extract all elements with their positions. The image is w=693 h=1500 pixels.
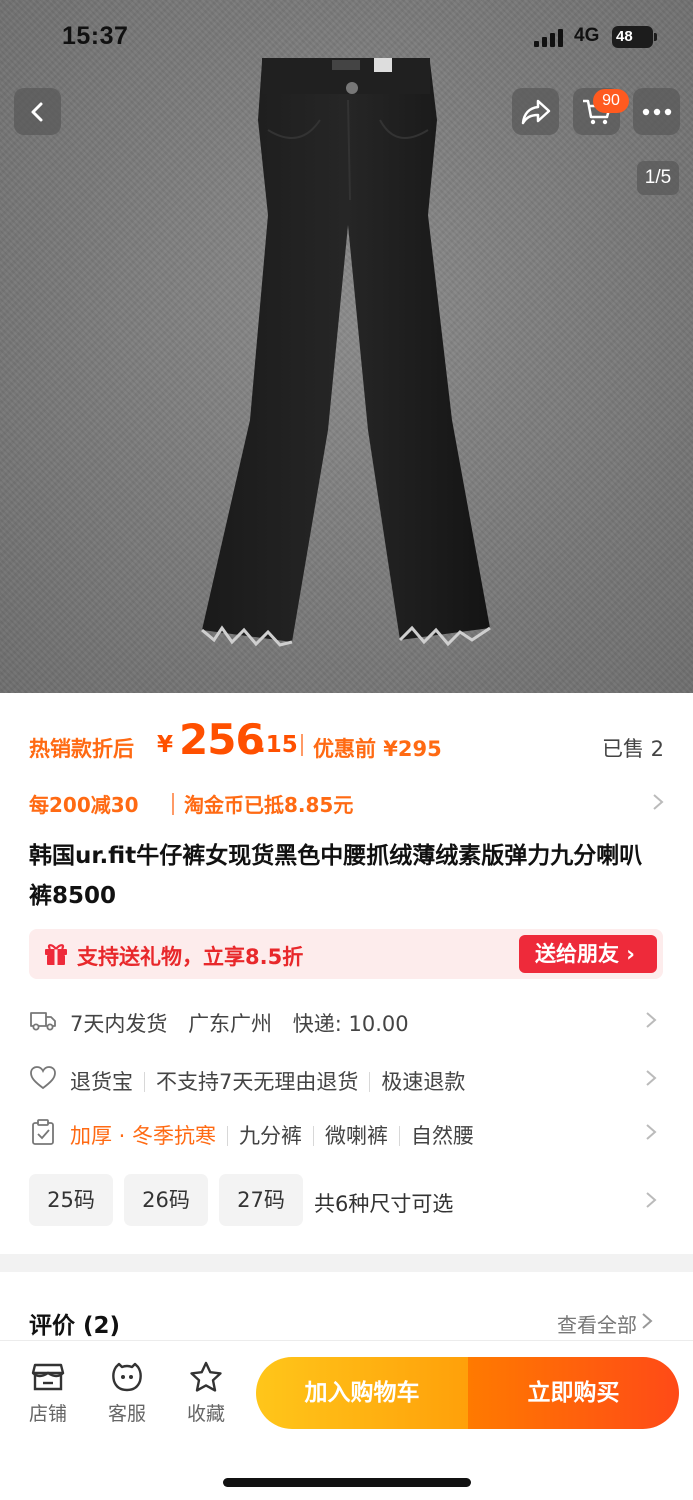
- price-decimal: .15: [257, 732, 298, 758]
- coins-promo: 淘金币已抵8.85元: [184, 793, 354, 817]
- home-indicator: [223, 1478, 471, 1487]
- favorite-tab[interactable]: 收藏: [176, 1361, 236, 1426]
- shop-tab[interactable]: 店铺: [18, 1361, 78, 1426]
- share-button[interactable]: [512, 88, 559, 135]
- send-to-friend-button[interactable]: 送给朋友 ›: [519, 935, 657, 973]
- attribute-item: 微喇裤: [325, 1124, 389, 1148]
- service-face-icon: [112, 1362, 142, 1392]
- size-option[interactable]: 26码: [124, 1174, 208, 1226]
- truck-icon: [30, 1012, 56, 1031]
- clipboard-check-icon: [32, 1119, 54, 1145]
- chevron-right-icon: [646, 1012, 657, 1028]
- chevron-right-icon: [646, 1192, 657, 1208]
- service-row[interactable]: 退货宝 不支持7天无理由退货 极速退款: [29, 1058, 657, 1098]
- fast-refund: 极速退款: [381, 1070, 466, 1094]
- share-icon: [521, 99, 550, 124]
- chevron-right-icon: [646, 1070, 657, 1086]
- divider: [172, 793, 174, 815]
- status-time: 15:37: [62, 22, 129, 50]
- purchase-buttons: 加入购物车 立即购买: [256, 1357, 679, 1429]
- more-button[interactable]: [633, 88, 680, 135]
- network-type: 4G: [574, 25, 600, 46]
- back-arrow-icon: [31, 102, 42, 121]
- service-label: 客服: [107, 1403, 146, 1425]
- more-dots-icon: [642, 108, 671, 115]
- star-icon: [190, 1361, 222, 1392]
- attributes-row[interactable]: 加厚 · 冬季抗寒 九分裤 微喇裤 自然腰: [29, 1112, 657, 1152]
- discount-promo: 每200减30: [29, 793, 139, 817]
- bottom-action-bar: 店铺 客服 收藏 加入购物车 立即购买: [0, 1340, 693, 1500]
- favorite-label: 收藏: [186, 1403, 225, 1425]
- battery-level: 48: [616, 28, 633, 45]
- product-info-card: 热销款折后 ¥ 256 .15 优惠前 ¥295 已售 2 每200减30 淘金…: [0, 693, 693, 1254]
- view-all-reviews-link[interactable]: 查看全部: [557, 1309, 637, 1338]
- back-button[interactable]: [14, 88, 61, 135]
- product-image[interactable]: 15:37 4G 48 90 1/5: [0, 0, 693, 693]
- promotion-row[interactable]: 每200减30 淘金币已抵8.85元: [29, 787, 664, 817]
- shop-label: 店铺: [28, 1403, 67, 1425]
- shipping-origin: 广东广州: [188, 1012, 273, 1036]
- chevron-right-icon: [646, 1124, 657, 1140]
- original-price: 优惠前 ¥295: [313, 737, 442, 761]
- chevron-right-icon: [653, 794, 664, 810]
- price-integer: 256: [179, 715, 265, 764]
- buy-now-button[interactable]: 立即购买: [468, 1357, 679, 1429]
- return-insurance: 退货宝: [70, 1070, 133, 1094]
- product-title: 韩国ur.fit牛仔裤女现货黑色中腰抓绒薄绒素版弹力九分喇叭裤8500: [29, 843, 643, 909]
- gift-text: 支持送礼物，立享8.5折: [77, 945, 304, 969]
- size-selector[interactable]: 25码 26码 27码 共6种尺寸可选: [29, 1174, 657, 1228]
- chevron-right-icon: [642, 1313, 653, 1329]
- price-label: 热销款折后: [29, 737, 134, 761]
- attribute-item: 自然腰: [411, 1124, 475, 1148]
- store-icon: [31, 1363, 65, 1391]
- price-row: 热销款折后 ¥ 256 .15 优惠前 ¥295 已售 2: [29, 715, 664, 767]
- add-to-cart-button[interactable]: 加入购物车: [256, 1357, 468, 1429]
- customer-service-tab[interactable]: 客服: [97, 1361, 157, 1426]
- battery-icon: 48: [612, 26, 657, 48]
- return-policy: 不支持7天无理由退货: [156, 1070, 359, 1094]
- gift-banner[interactable]: 支持送礼物，立享8.5折 送给朋友 ›: [29, 929, 663, 979]
- gift-icon: [45, 944, 67, 965]
- sold-count: 已售 2: [601, 737, 664, 761]
- size-count: 共6种尺寸可选: [314, 1192, 454, 1216]
- size-option[interactable]: 25码: [29, 1174, 113, 1226]
- shipping-fee: 快递: 10.00: [292, 1012, 409, 1036]
- signal-icon: [534, 29, 566, 47]
- attribute-item: 九分裤: [239, 1124, 303, 1148]
- reviews-title: 评价 (2): [29, 1313, 121, 1339]
- shipping-row[interactable]: 7天内发货 广东广州 快递: 10.00: [29, 1000, 657, 1040]
- image-pager: 1/5: [637, 161, 679, 195]
- heart-icon: [30, 1066, 56, 1090]
- size-option[interactable]: 27码: [219, 1174, 303, 1226]
- cart-count-badge: 90: [593, 89, 629, 113]
- status-bar: 15:37 4G 48: [0, 0, 693, 76]
- product-detail-page: 15:37 4G 48 90 1/5 热销款折后 ¥ 256 .15 优惠前 ¥…: [0, 0, 693, 1500]
- shipping-days: 7天内发货: [70, 1012, 168, 1036]
- price-currency: ¥: [157, 732, 174, 758]
- divider: [301, 734, 303, 756]
- attribute-highlight: 加厚 · 冬季抗寒: [70, 1124, 217, 1148]
